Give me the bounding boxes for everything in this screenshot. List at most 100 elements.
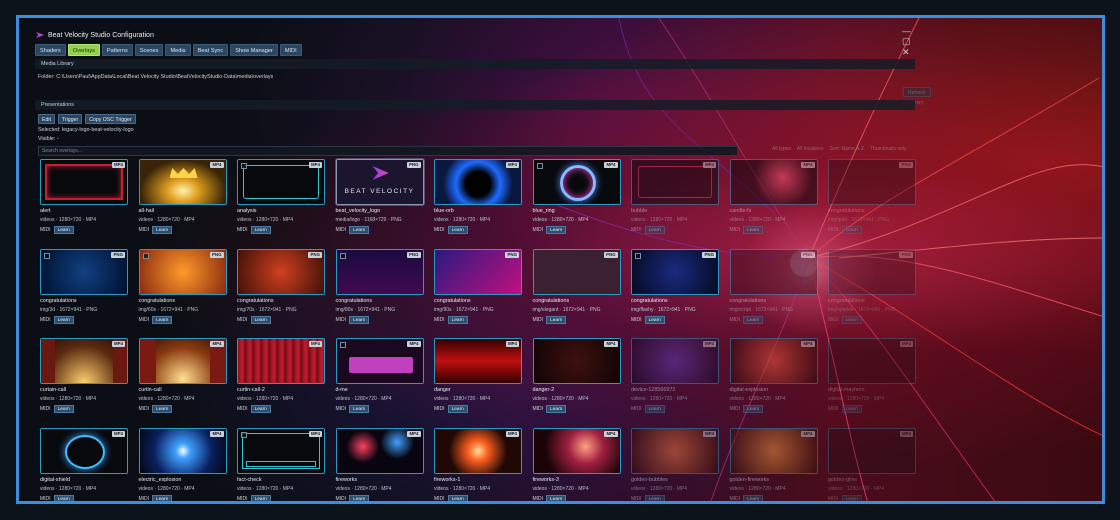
- overlay-card[interactable]: PNG congratulations img/gold · 1672×941 · …: [826, 157, 918, 243]
- overlay-thumbnail[interactable]: PNG: [237, 248, 325, 295]
- learn-button[interactable]: Learn: [349, 315, 370, 324]
- trigger-button[interactable]: Trigger: [57, 114, 83, 124]
- tab-media[interactable]: Media: [165, 44, 191, 56]
- overlay-thumbnail[interactable]: MP4: [532, 159, 621, 205]
- select-checkbox[interactable]: [339, 342, 346, 348]
- overlay-card[interactable]: BEAT VELOCITY PNG beat_velocity_logo media/…: [334, 157, 426, 243]
- learn-button[interactable]: Learn: [546, 494, 567, 501]
- select-checkbox[interactable]: [142, 252, 149, 259]
- learn-button[interactable]: Learn: [152, 226, 173, 234]
- overlay-card[interactable]: MP4 alert videos · 1280×720 · MP4 MIDI Learn: [38, 157, 130, 243]
- overlay-card[interactable]: MP4 danger-2 videos · 1280×720 · MP4 MIDI Le…: [531, 336, 623, 422]
- learn-button[interactable]: Learn: [250, 226, 271, 234]
- overlay-card[interactable]: MP4 d-me videos · 1280×720 · MP4 MIDI Learn: [334, 336, 426, 422]
- overlay-thumbnail[interactable]: MP4: [138, 159, 227, 205]
- select-checkbox[interactable]: [339, 252, 346, 259]
- learn-button[interactable]: Learn: [841, 405, 862, 413]
- overlay-card[interactable]: MP4 golden-glow videos · 1280×720 · MP4 MID…: [826, 426, 918, 501]
- overlay-card[interactable]: PNG congratulations img/90s · 1672×941 · P…: [432, 247, 524, 333]
- overlay-thumbnail[interactable]: MP4: [335, 427, 424, 474]
- overlay-thumbnail[interactable]: BEAT VELOCITY PNG: [335, 159, 424, 205]
- overlay-card[interactable]: PNG congratulations img/flashy · 1672×941 …: [629, 247, 721, 333]
- overlay-thumbnail[interactable]: MP4: [828, 427, 916, 474]
- learn-button[interactable]: Learn: [152, 494, 173, 501]
- learn-button[interactable]: Learn: [53, 315, 74, 324]
- overlay-card[interactable]: PNG congratulations img/70s · 1672×941 · P…: [235, 247, 327, 333]
- tab-overlays[interactable]: Overlays: [67, 44, 100, 56]
- overlay-card[interactable]: PNG congratulations img/60s · 1672×941 · P…: [137, 247, 229, 333]
- overlay-thumbnail[interactable]: MP4: [532, 338, 621, 384]
- overlay-card[interactable]: MP4 blue_ring videos · 1280×720 · MP4 MIDI L…: [531, 157, 623, 243]
- learn-button[interactable]: Learn: [546, 405, 567, 413]
- tab-midi[interactable]: MIDI: [279, 44, 302, 56]
- overlay-card[interactable]: MP4 device-128566972 videos · 1280×720 · M…: [629, 336, 721, 422]
- overlay-card[interactable]: MP4 curtin-call videos · 1280×720 · MP4 MID…: [137, 336, 229, 422]
- overlay-thumbnail[interactable]: PNG: [532, 248, 621, 295]
- overlay-card[interactable]: MP4 candle-fx videos · 1280×720 · MP4 MIDI L…: [728, 157, 820, 243]
- overlay-card[interactable]: MP4 digital-shield videos · 1280×720 · MP4…: [38, 426, 130, 501]
- learn-button[interactable]: Learn: [644, 226, 665, 234]
- learn-button[interactable]: Learn: [841, 315, 862, 324]
- overlay-thumbnail[interactable]: MP4: [729, 159, 818, 205]
- learn-button[interactable]: Learn: [250, 405, 271, 413]
- learn-button[interactable]: Learn: [546, 226, 567, 234]
- learn-button[interactable]: Learn: [743, 315, 764, 324]
- refresh-library-button[interactable]: Refresh Library: [903, 87, 931, 106]
- overlay-card[interactable]: MP4 blue-orb videos · 1280×720 · MP4 MIDI Le…: [432, 157, 524, 243]
- overlay-thumbnail[interactable]: PNG: [828, 248, 916, 295]
- overlay-card[interactable]: PNG congratulations img/elegant · 1672×941…: [531, 247, 623, 333]
- learn-button[interactable]: Learn: [447, 226, 468, 234]
- overlay-card[interactable]: MP4 bubble videos · 1280×720 · MP4 MIDI Lear…: [629, 157, 721, 243]
- edit-button[interactable]: Edit: [38, 114, 55, 124]
- overlay-thumbnail[interactable]: MP4: [138, 427, 227, 474]
- overlay-thumbnail[interactable]: MP4: [237, 427, 325, 474]
- tab-shaders[interactable]: Shaders: [35, 44, 66, 56]
- learn-button[interactable]: Learn: [644, 405, 665, 413]
- learn-button[interactable]: Learn: [349, 405, 370, 413]
- overlay-card[interactable]: MP4 fireworks-1 videos · 1280×720 · MP4 MID…: [432, 426, 524, 501]
- overlay-thumbnail[interactable]: PNG: [335, 248, 424, 295]
- overlay-thumbnail[interactable]: MP4: [237, 338, 325, 384]
- overlay-card[interactable]: MP4 danger videos · 1280×720 · MP4 MIDI Lear…: [432, 336, 524, 422]
- learn-button[interactable]: Learn: [349, 494, 370, 501]
- select-checkbox[interactable]: [241, 431, 247, 438]
- select-checkbox[interactable]: [635, 252, 641, 259]
- select-checkbox[interactable]: [536, 163, 543, 169]
- tab-scenes[interactable]: Scenes: [134, 44, 164, 56]
- filter-dropdown-1[interactable]: All locations: [797, 146, 824, 152]
- learn-button[interactable]: Learn: [841, 494, 862, 501]
- overlay-thumbnail[interactable]: MP4: [434, 427, 522, 474]
- overlay-card[interactable]: MP4 curtain-call videos · 1280×720 · MP4 MI…: [38, 336, 130, 422]
- overlay-card[interactable]: MP4 fireworks-3 videos · 1280×720 · MP4 MID…: [531, 426, 623, 501]
- learn-button[interactable]: Learn: [546, 315, 567, 324]
- overlay-thumbnail[interactable]: MP4: [729, 427, 818, 474]
- overlay-thumbnail[interactable]: MP4: [434, 338, 522, 384]
- learn-button[interactable]: Learn: [447, 315, 468, 324]
- overlay-thumbnail[interactable]: MP4: [631, 427, 719, 474]
- overlay-card[interactable]: MP4 curtin-call-2 videos · 1280×720 · MP4 M…: [235, 336, 327, 422]
- learn-button[interactable]: Learn: [447, 494, 468, 501]
- learn-button[interactable]: Learn: [743, 226, 764, 234]
- learn-button[interactable]: Learn: [743, 494, 764, 501]
- learn-button[interactable]: Learn: [349, 226, 370, 234]
- overlay-card[interactable]: MP4 analysis videos · 1280×720 · MP4 MIDI Le…: [235, 157, 327, 243]
- overlay-card[interactable]: MP4 all-hail videos · 1280×720 · MP4 MIDI Le…: [137, 157, 229, 243]
- learn-button[interactable]: Learn: [644, 315, 665, 324]
- learn-button[interactable]: Learn: [152, 315, 173, 324]
- overlay-thumbnail[interactable]: MP4: [532, 427, 621, 474]
- overlay-thumbnail[interactable]: PNG: [40, 248, 128, 295]
- overlay-thumbnail[interactable]: MP4: [828, 338, 916, 384]
- learn-button[interactable]: Learn: [644, 494, 665, 501]
- overlay-card[interactable]: PNG congratulations img/script · 1672×941 …: [728, 247, 820, 333]
- copy-osc-trigger-button[interactable]: Copy OSC Trigger: [85, 114, 136, 124]
- learn-button[interactable]: Learn: [250, 494, 271, 501]
- select-checkbox[interactable]: [44, 252, 50, 259]
- learn-button[interactable]: Learn: [447, 405, 468, 413]
- overlay-thumbnail[interactable]: PNG: [631, 248, 719, 295]
- tab-beat-sync[interactable]: Beat Sync: [192, 44, 229, 56]
- overlay-thumbnail[interactable]: PNG: [729, 248, 818, 295]
- overlay-card[interactable]: MP4 electric_explosion videos · 1280×720 ·…: [137, 426, 229, 501]
- overlay-card[interactable]: MP4 golden-bubbles videos · 1280×720 · MP4…: [629, 426, 721, 501]
- filter-dropdown-3[interactable]: Thumbnails only: [870, 146, 906, 152]
- presentations-header[interactable]: Presentations: [35, 100, 915, 110]
